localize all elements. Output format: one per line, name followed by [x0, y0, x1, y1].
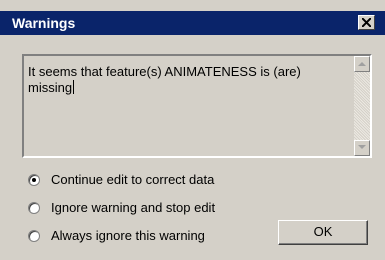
radio-button[interactable] — [28, 202, 40, 214]
vertical-scrollbar[interactable] — [354, 56, 370, 156]
text-caret — [73, 80, 75, 94]
title-bar[interactable]: Warnings — [0, 11, 385, 35]
warnings-dialog: Warnings It seems that feature(s) ANIMAT… — [0, 0, 385, 260]
arrow-up-icon — [358, 62, 366, 66]
ok-button[interactable]: OK — [278, 220, 368, 245]
dialog-title: Warnings — [12, 15, 76, 31]
option-label: Ignore warning and stop edit — [51, 200, 216, 215]
radio-dot — [32, 178, 36, 182]
scroll-up-button[interactable] — [354, 56, 370, 72]
message-box[interactable]: It seems that feature(s) ANIMATENESS is … — [22, 54, 372, 158]
radio-button[interactable] — [28, 230, 40, 242]
close-button[interactable] — [358, 15, 375, 30]
radio-button-selected[interactable] — [28, 174, 40, 186]
option-label: Continue edit to correct data — [51, 172, 215, 187]
close-icon — [362, 18, 371, 27]
option-label: Always ignore this warning — [51, 228, 205, 243]
arrow-down-icon — [358, 145, 366, 149]
warning-message: It seems that feature(s) ANIMATENESS is … — [28, 64, 301, 95]
scroll-down-button[interactable] — [354, 140, 370, 156]
